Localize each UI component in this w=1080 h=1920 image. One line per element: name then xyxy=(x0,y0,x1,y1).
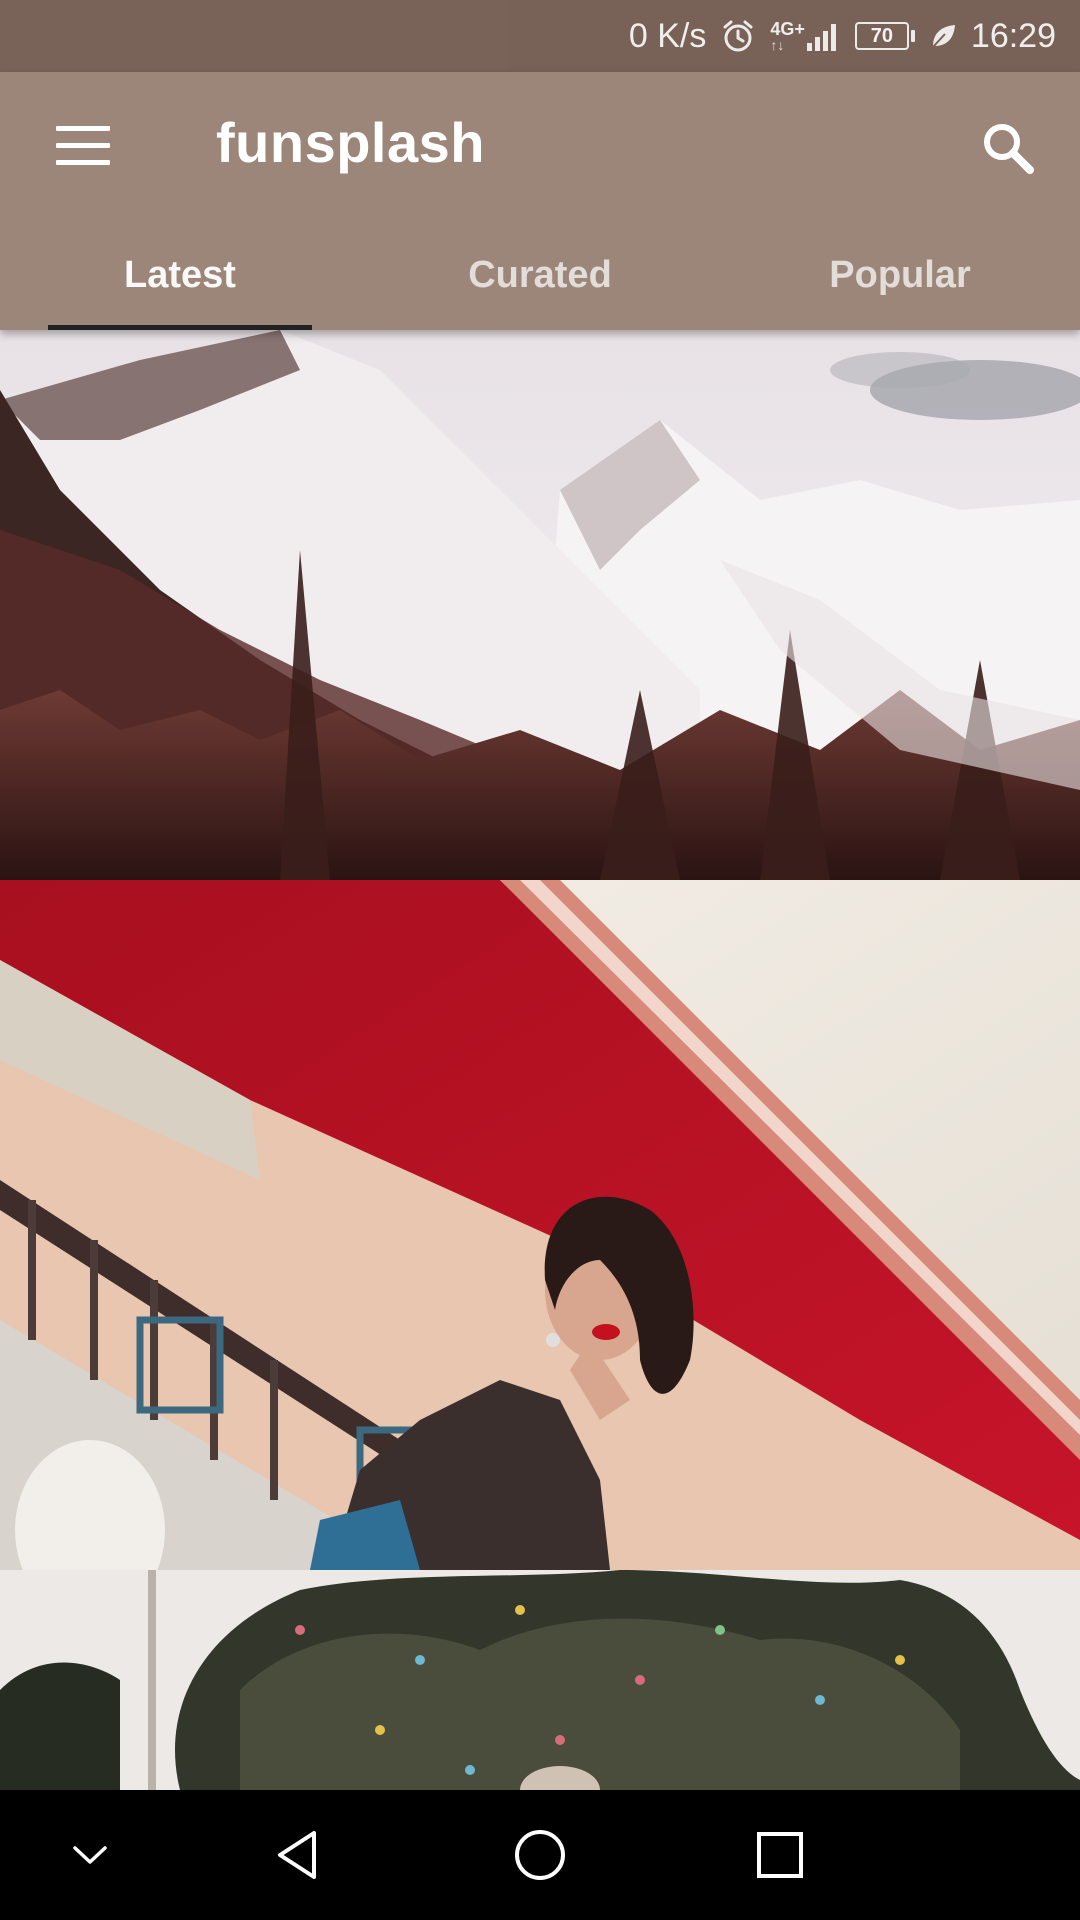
collapse-icon[interactable] xyxy=(50,1815,130,1895)
photo-list[interactable] xyxy=(0,330,1080,1790)
alarm-icon xyxy=(720,18,756,54)
network-speed: 0 K/s xyxy=(628,16,707,55)
tab-label: Curated xyxy=(468,253,612,296)
home-icon[interactable] xyxy=(500,1815,580,1895)
screen: 0 K/s 4G+ ↑↓ 70 16:29 funsplash Latest C… xyxy=(0,0,1080,1920)
tab-label: Popular xyxy=(829,253,971,296)
tab-latest[interactable]: Latest xyxy=(0,220,360,330)
tab-bar: Latest Curated Popular xyxy=(0,220,1080,330)
leaf-icon xyxy=(929,22,957,50)
battery-icon: 70 xyxy=(854,22,915,50)
recents-icon[interactable] xyxy=(740,1815,820,1895)
toolbar: funsplash xyxy=(0,72,1080,220)
app-title: funsplash xyxy=(216,111,485,174)
photo-card-mountains[interactable] xyxy=(0,330,1080,880)
tab-label: Latest xyxy=(124,253,236,296)
tab-indicator xyxy=(48,325,312,330)
search-icon[interactable] xyxy=(978,118,1038,178)
clock: 16:29 xyxy=(970,16,1056,55)
status-bar: 0 K/s 4G+ ↑↓ 70 16:29 xyxy=(0,0,1080,72)
photo-card-tree[interactable] xyxy=(0,1570,1080,1790)
hamburger-menu-icon[interactable] xyxy=(56,126,112,166)
app-bar: funsplash Latest Curated Popular xyxy=(0,72,1080,330)
photo-card-balcony[interactable] xyxy=(0,880,1080,1570)
signal-label: 4G+ xyxy=(770,19,805,39)
battery-level: 70 xyxy=(854,22,909,50)
tab-curated[interactable]: Curated xyxy=(360,220,720,330)
back-icon[interactable] xyxy=(260,1815,340,1895)
navigation-bar xyxy=(0,1790,1080,1920)
signal-icon: 4G+ ↑↓ xyxy=(770,20,841,52)
tab-popular[interactable]: Popular xyxy=(720,220,1080,330)
